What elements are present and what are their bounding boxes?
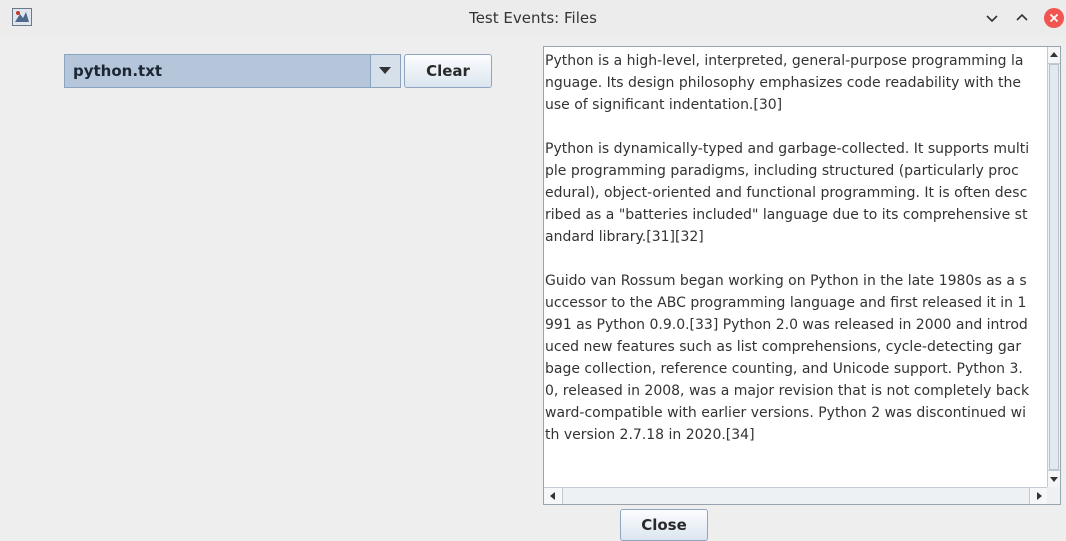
vertical-scroll-thumb[interactable] [1049,64,1059,470]
triangle-down-icon [1050,477,1058,482]
scroll-left-button[interactable] [544,488,563,504]
triangle-right-icon [1037,492,1042,500]
scroll-up-button[interactable] [1048,47,1060,64]
window-titlebar[interactable]: Test Events: Files [0,0,1066,36]
triangle-up-icon [1050,52,1058,57]
file-select-arrow[interactable] [370,55,400,87]
scroll-right-button[interactable] [1029,488,1048,504]
file-select[interactable]: python.txt [64,54,401,88]
triangle-down-icon [379,67,391,74]
close-icon[interactable] [1044,8,1064,28]
window-content: python.txt Clear Python is a high-level,… [10,40,1066,541]
scroll-down-button[interactable] [1048,470,1060,487]
chevron-up-icon[interactable] [1012,8,1032,28]
vertical-scrollbar[interactable] [1047,47,1060,487]
scroll-corner [1047,487,1060,504]
triangle-left-icon [550,492,555,500]
horizontal-scrollbar[interactable] [544,487,1048,504]
chevron-down-icon[interactable] [982,8,1002,28]
file-select-value: python.txt [73,62,163,80]
window-title: Test Events: Files [469,9,597,27]
clear-button[interactable]: Clear [404,54,492,88]
close-button[interactable]: Close [620,509,708,541]
file-text-area[interactable]: Python is a high-level, interpreted, gen… [543,46,1061,505]
file-text-content[interactable]: Python is a high-level, interpreted, gen… [545,50,1053,446]
